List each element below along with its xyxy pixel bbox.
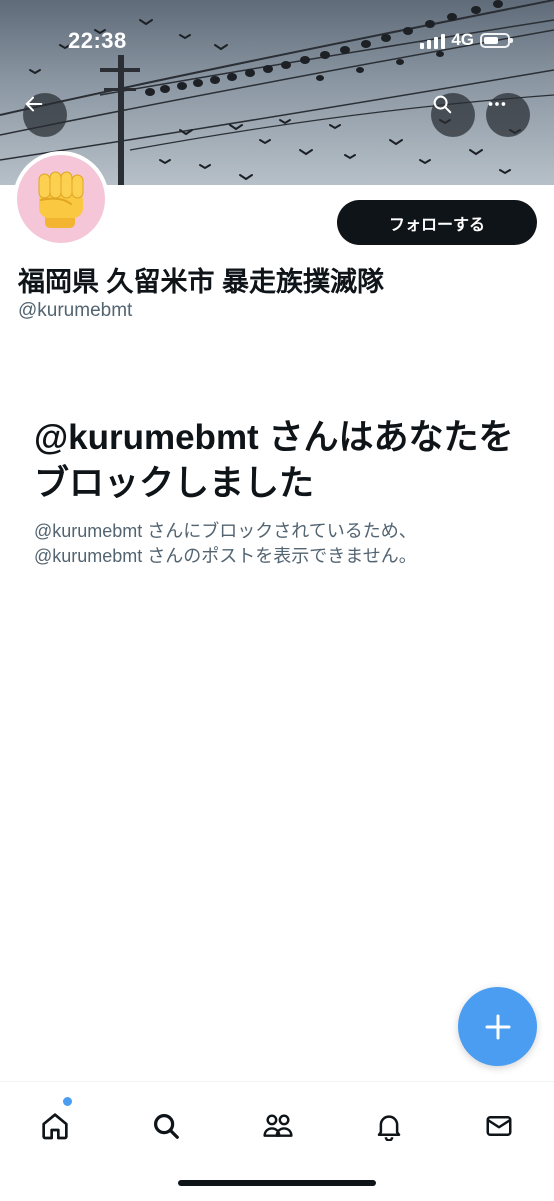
status-bar: 22:38 4G — [0, 0, 554, 80]
mail-icon — [486, 1116, 512, 1136]
profile-handle: @kurumebmt — [18, 300, 133, 321]
avatar[interactable] — [13, 151, 109, 247]
raised-fist-icon — [38, 171, 84, 228]
tab-communities[interactable] — [256, 1104, 300, 1148]
search-icon — [153, 1113, 179, 1139]
arrow-left-icon — [25, 96, 43, 112]
search-icon — [433, 95, 452, 114]
tab-notifications[interactable] — [367, 1104, 411, 1148]
tab-home[interactable] — [33, 1104, 77, 1148]
network-type: 4G — [451, 30, 474, 49]
home-icon — [42, 1113, 68, 1140]
home-unread-badge — [61, 1095, 74, 1108]
follow-button[interactable]: フォローする — [337, 200, 537, 245]
search-button[interactable] — [431, 93, 475, 137]
blocked-title: @kurumebmt さんはあなたをブロックしました — [34, 418, 514, 503]
home-indicator — [178, 1180, 376, 1186]
tab-messages[interactable] — [477, 1104, 521, 1148]
more-horizontal-icon — [488, 102, 506, 106]
status-indicators: 4G — [420, 30, 513, 50]
bell-icon — [377, 1115, 401, 1141]
people-icon — [263, 1114, 293, 1137]
status-time: 22:38 — [68, 28, 127, 53]
compose-button[interactable] — [458, 987, 537, 1066]
blocked-description: @kurumebmt さんにブロックされているため、@kurumebmt さんの… — [34, 521, 417, 566]
tab-search[interactable] — [144, 1104, 188, 1148]
battery-icon — [480, 32, 513, 48]
signal-icon — [420, 31, 446, 49]
profile-display-name: 福岡県 久留米市 暴走族撲滅隊 — [18, 267, 385, 297]
avatar-image — [17, 155, 105, 243]
plus-icon — [485, 1014, 510, 1039]
back-button[interactable] — [23, 93, 67, 137]
more-options-button[interactable] — [486, 93, 530, 137]
